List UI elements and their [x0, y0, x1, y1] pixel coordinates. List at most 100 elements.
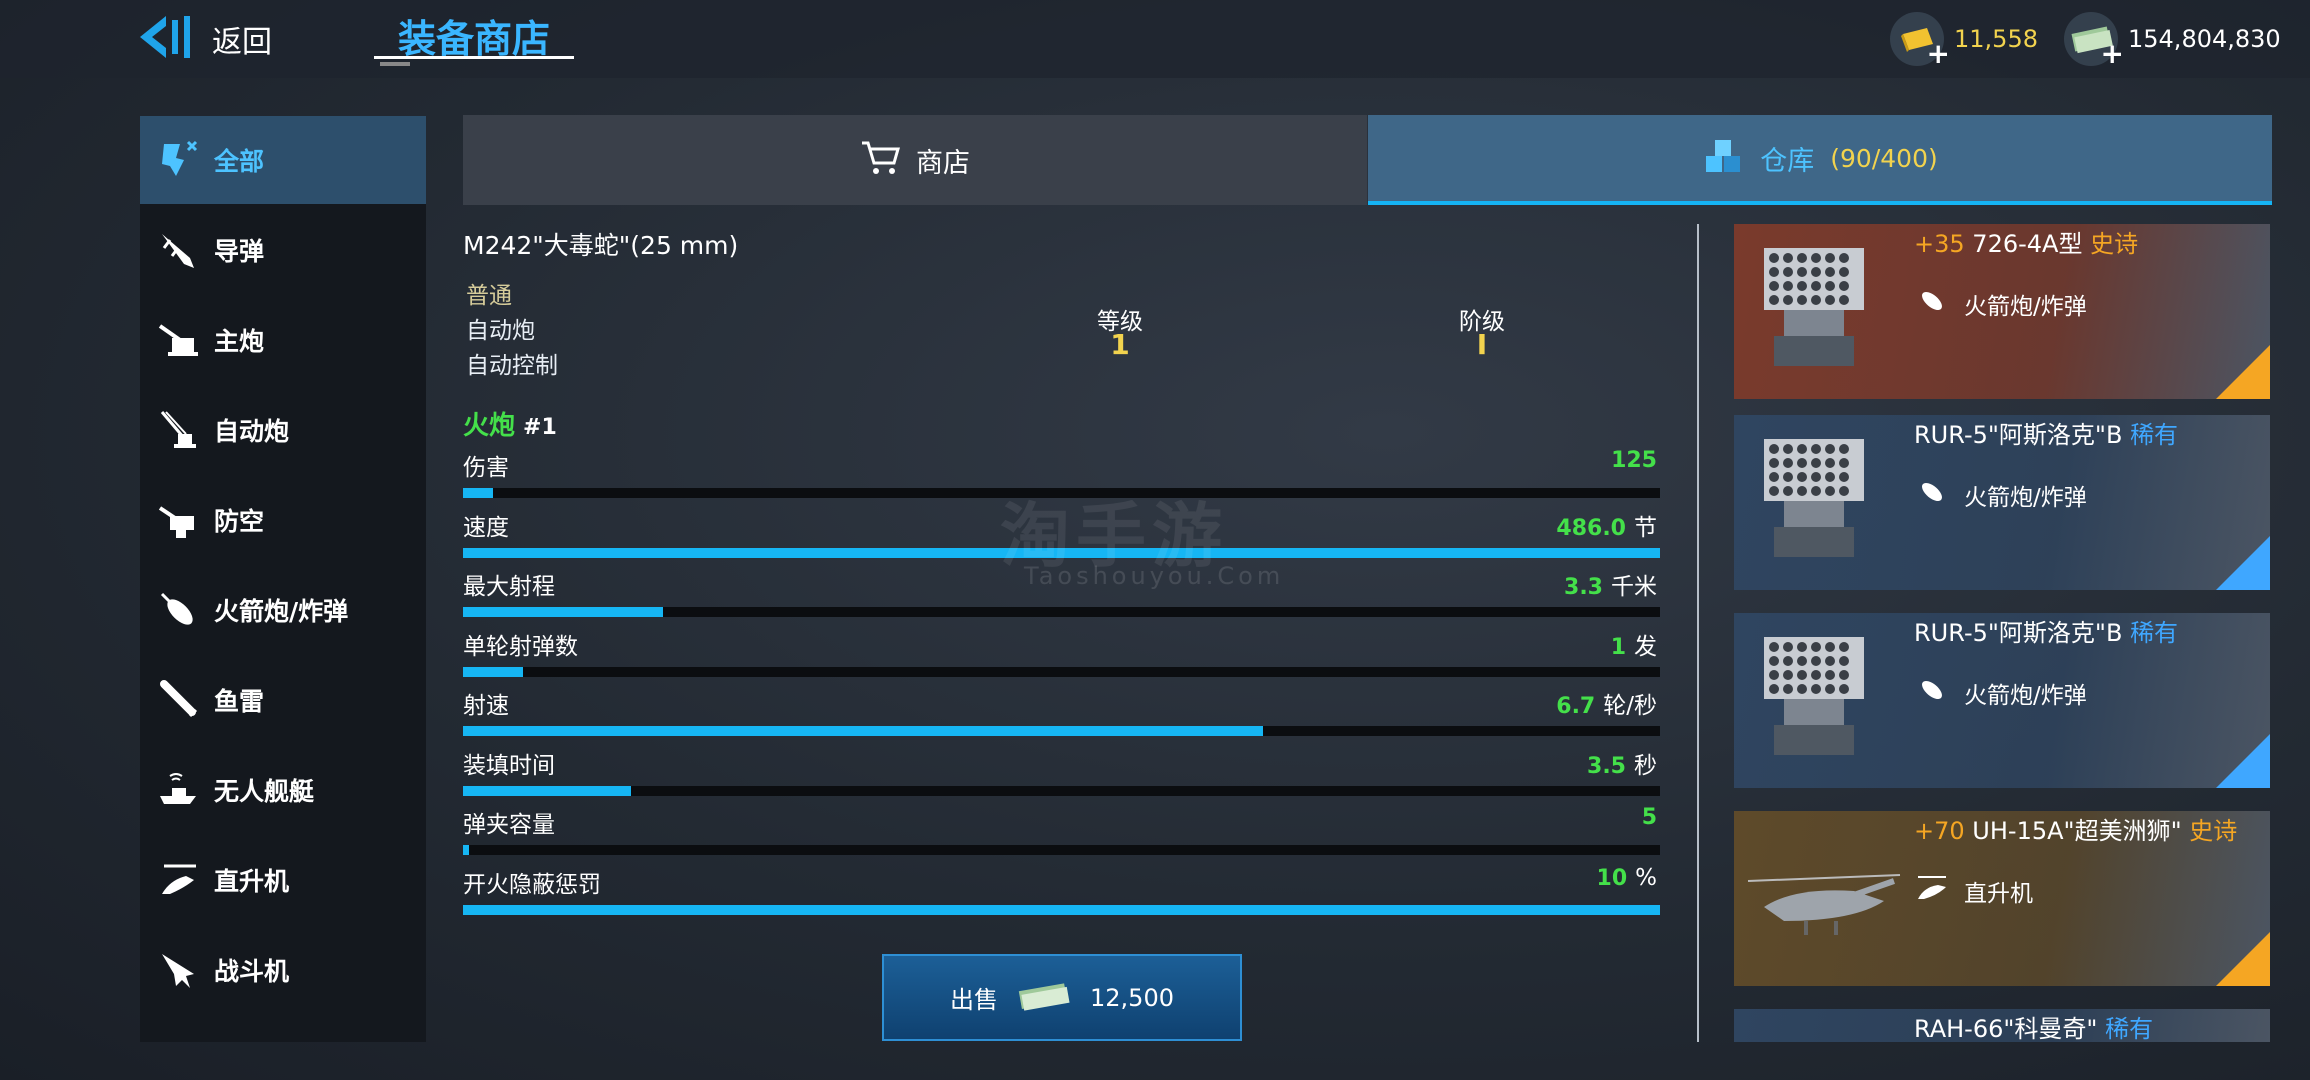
- add-gold-icon[interactable]: +: [1927, 37, 1950, 70]
- sidebar-item-anti-air[interactable]: 防空: [140, 476, 426, 564]
- stat-label: 弹夹容量: [463, 812, 555, 838]
- stat-value: 486.0: [1556, 516, 1626, 541]
- anti-air-icon: [154, 496, 202, 544]
- helicopter-icon: [1914, 873, 1950, 909]
- inventory-divider: [1697, 224, 1699, 1042]
- stat-value-row: 3.3 千米: [1564, 567, 1657, 601]
- sell-button[interactable]: 出售 12,500: [882, 954, 1242, 1041]
- stat-bar-fill: [463, 488, 493, 498]
- inventory-card[interactable]: +35 726-4A型 史诗 火箭炮/炸弹: [1734, 224, 2270, 399]
- card-tier: 稀有: [2130, 421, 2179, 449]
- sidebar-item-torpedo[interactable]: 鱼雷: [140, 656, 426, 744]
- card-upgrade: +70: [1914, 817, 1965, 845]
- stat-bar: [463, 845, 1660, 855]
- cash-icon: [1014, 979, 1074, 1017]
- stat-value-row: 125: [1611, 448, 1657, 473]
- sidebar-item-main-gun[interactable]: 主炮: [140, 296, 426, 384]
- item-info: 普通 自动炮 自动控制: [466, 279, 558, 384]
- stat-bar-fill: [463, 607, 663, 617]
- rarity-corner: [2216, 932, 2270, 986]
- sidebar-item-fighter-jet[interactable]: 战斗机: [140, 926, 426, 1014]
- stat-label: 单轮射弹数: [463, 634, 578, 660]
- rarity-corner: [2216, 734, 2270, 788]
- tab-warehouse-label: 仓库: [1760, 145, 1815, 177]
- stat-value-row: 10%: [1597, 865, 1657, 891]
- sidebar-item-label: 自动炮: [214, 417, 290, 446]
- item-name: M242"大毒蛇"(25 mm): [463, 231, 739, 260]
- launcher-icon: [1744, 623, 1904, 778]
- card-type: 火箭炮/炸弹: [1914, 675, 2087, 711]
- inventory-card[interactable]: RUR-5"阿斯洛克"B 稀有 火箭炮/炸弹: [1734, 613, 2270, 788]
- missile-icon: [154, 226, 202, 274]
- inventory-card[interactable]: RAH-66"科曼奇" 稀有: [1734, 1009, 2270, 1042]
- card-tier: 史诗: [2189, 817, 2238, 845]
- sidebar-item-all[interactable]: 全部: [140, 116, 426, 204]
- tab-warehouse[interactable]: 仓库 (90/400): [1368, 115, 2272, 205]
- card-title: RUR-5"阿斯洛克"B 稀有: [1914, 613, 2178, 648]
- sidebar-item-label: 鱼雷: [214, 687, 265, 716]
- back-button[interactable]: 返回: [138, 14, 272, 64]
- sidebar-item-label: 战斗机: [214, 957, 290, 986]
- card-type: 火箭炮/炸弹: [1914, 477, 2087, 513]
- cash-currency[interactable]: + 154,804,830: [2064, 8, 2281, 70]
- stat-label: 最大射程: [463, 574, 555, 600]
- card-tier: 稀有: [2130, 619, 2179, 647]
- stat-value: 5: [1641, 805, 1657, 830]
- stat-unit: 发: [1634, 634, 1657, 660]
- sidebar-item-label: 导弹: [214, 237, 265, 266]
- stat-bar: [463, 905, 1660, 915]
- launcher-icon: [1744, 425, 1904, 580]
- title-decoration: [380, 62, 410, 66]
- sidebar-item-helicopter[interactable]: 直升机: [140, 836, 426, 924]
- stat-value-row: 1发: [1611, 627, 1657, 661]
- stat-bar-fill: [463, 667, 523, 677]
- autocannon-icon: [154, 406, 202, 454]
- stat-bar-fill: [463, 726, 1263, 736]
- sidebar-item-rocket-bomb[interactable]: 火箭炮/炸弹: [140, 566, 426, 654]
- card-title: RUR-5"阿斯洛克"B 稀有: [1914, 415, 2178, 450]
- stat-unit: %: [1635, 865, 1657, 891]
- gold-currency[interactable]: + 11,558: [1890, 8, 2038, 70]
- all-icon: [154, 136, 202, 184]
- sidebar-item-autocannon[interactable]: 自动炮: [140, 386, 426, 474]
- level-value: 1: [1110, 328, 1130, 361]
- add-cash-icon[interactable]: +: [2101, 37, 2124, 70]
- page-title: 装备商店: [397, 17, 550, 61]
- item-category: 自动炮: [466, 318, 535, 344]
- stat-value: 6.7: [1556, 694, 1596, 719]
- card-name: UH-15A"超美洲狮": [1972, 817, 2182, 845]
- stat-value-row: 5: [1642, 805, 1657, 830]
- stat-label: 装填时间: [463, 753, 555, 779]
- card-title: RAH-66"科曼奇" 稀有: [1914, 1009, 2153, 1042]
- stat-bar: [463, 726, 1660, 736]
- stat-value: 10: [1596, 866, 1628, 891]
- card-type-label: 直升机: [1964, 881, 2033, 907]
- section-header: 火炮 #1: [463, 405, 557, 442]
- title-underline: [374, 56, 574, 59]
- tab-shop[interactable]: 商店: [463, 115, 1367, 205]
- inventory-card[interactable]: +70 UH-15A"超美洲狮" 史诗直升机: [1734, 811, 2270, 986]
- stat-value-row: 3.5 秒: [1587, 746, 1657, 780]
- card-name: 726-4A型: [1972, 230, 2083, 258]
- sidebar-item-drone-boat[interactable]: 无人舰艇: [140, 746, 426, 834]
- helicopter-icon: [1744, 821, 1904, 976]
- sidebar-item-missile[interactable]: 导弹: [140, 206, 426, 294]
- section-index: #1: [523, 415, 557, 440]
- card-tier: 稀有: [2105, 1015, 2154, 1042]
- stat-unit: 轮/秒: [1603, 693, 1657, 719]
- sidebar-item-label: 防空: [214, 507, 265, 536]
- inventory-card[interactable]: RUR-5"阿斯洛克"B 稀有 火箭炮/炸弹: [1734, 415, 2270, 590]
- drone-boat-icon: [154, 766, 202, 814]
- stat-unit: 秒: [1634, 753, 1657, 779]
- card-type-label: 火箭炮/炸弹: [1964, 294, 2087, 320]
- boxes-icon: [1702, 136, 1744, 180]
- card-title: +70 UH-15A"超美洲狮" 史诗: [1914, 811, 2237, 846]
- sell-label: 出售: [950, 986, 998, 1014]
- section-label: 火炮: [463, 411, 516, 441]
- card-upgrade: +35: [1914, 230, 1965, 258]
- sell-price: 12,500: [1090, 983, 1174, 1012]
- stat-value: 125: [1611, 448, 1657, 473]
- shopping-cart-icon: [860, 139, 900, 181]
- back-arrow-icon: [138, 12, 196, 66]
- item-control: 自动控制: [466, 353, 558, 379]
